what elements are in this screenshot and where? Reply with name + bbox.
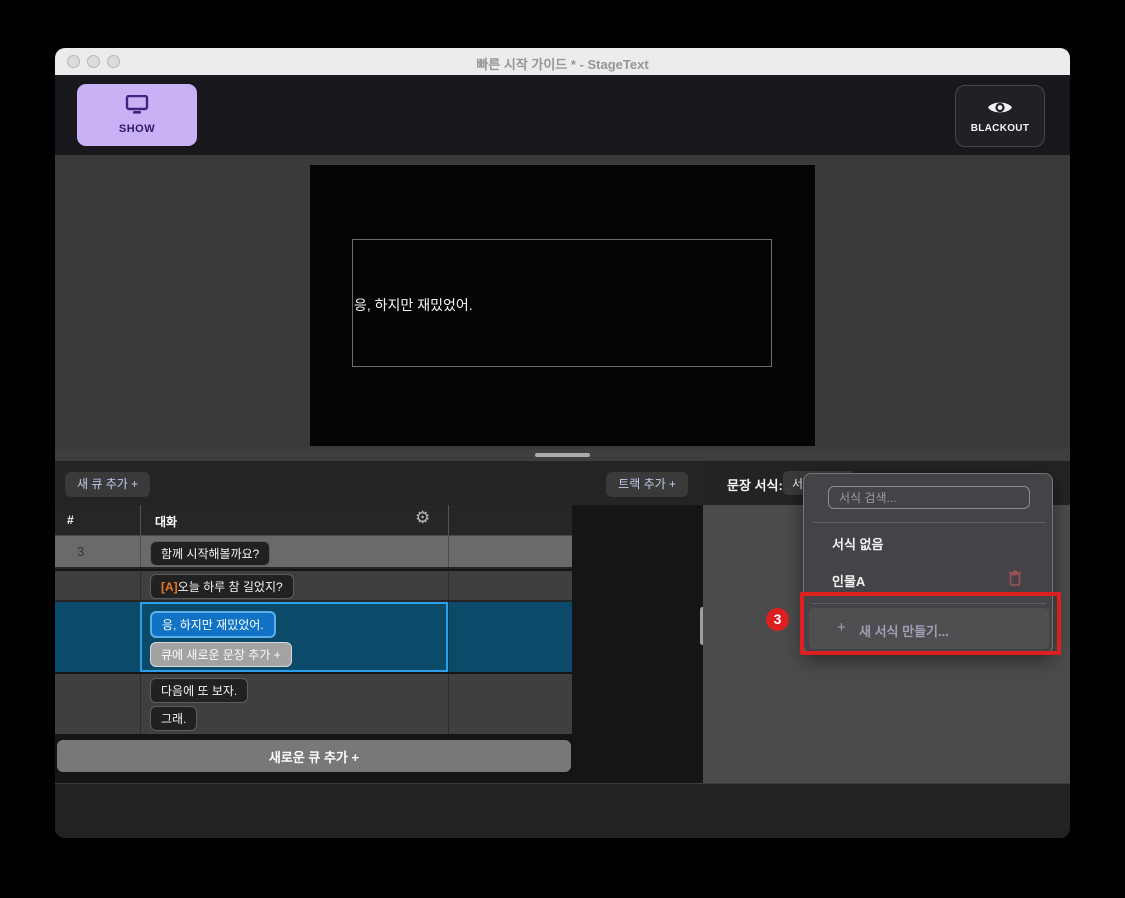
add-cue-button[interactable]: 새 큐 추가 +: [65, 472, 150, 497]
column-divider: [140, 536, 141, 567]
create-new-style-label: 새 서식 만들기...: [859, 621, 949, 640]
split-drag-handle[interactable]: [535, 453, 590, 457]
show-button[interactable]: SHOW: [77, 84, 197, 146]
cue-table-header: # 대화 ⚙: [55, 505, 572, 536]
speaker-tag: [A]: [161, 580, 178, 594]
column-divider: [448, 571, 449, 600]
sentence-chip[interactable]: 함께 시작해볼까요?: [150, 541, 270, 566]
show-button-label: SHOW: [119, 123, 155, 135]
column-divider: [448, 674, 449, 734]
style-item-none[interactable]: 서식 없음: [804, 529, 1052, 556]
monitor-icon: [125, 95, 149, 118]
sentence-text: 오늘 하루 참 길었지?: [178, 580, 283, 594]
style-item-none-label: 서식 없음: [832, 534, 883, 553]
top-toolbar: SHOW BLACKOUT: [55, 75, 1070, 155]
stage-preview: 응, 하지만 재밌었어.: [310, 165, 815, 446]
add-track-button[interactable]: 트랙 추가 +: [606, 472, 688, 497]
selected-sentence-chip[interactable]: 응, 하지만 재밌었어.: [150, 611, 276, 638]
sentence-style-label: 문장 서식:: [727, 475, 783, 494]
gear-icon[interactable]: ⚙: [415, 508, 430, 528]
preview-section: 응, 하지만 재밌었어.: [55, 155, 1070, 449]
tutorial-step-badge: 3: [766, 608, 789, 631]
blackout-button-label: BLACKOUT: [971, 123, 1030, 134]
style-picker-popup: 서식 없음 인물A + 새 서식 만들기...: [803, 473, 1053, 654]
cue-row-selected[interactable]: 응, 하지만 재밌었어. 큐에 새로운 문장 추가 +: [55, 602, 572, 672]
eye-icon: [987, 99, 1013, 119]
window-title: 빠른 시작 가이드 * - StageText: [55, 54, 1070, 73]
new-cue-button[interactable]: 새로운 큐 추가 +: [57, 740, 571, 772]
cue-number: 3: [77, 544, 84, 559]
style-panel: 문장 서식: 서 서식 없음 인물A +: [703, 461, 1070, 783]
stage-caption-text: 응, 하지만 재밌었어.: [354, 295, 473, 315]
titlebar: 빠른 시작 가이드 * - StageText: [55, 48, 1070, 75]
trash-icon[interactable]: [1008, 570, 1022, 586]
style-search-input[interactable]: [828, 486, 1030, 509]
selected-dialog-cell[interactable]: 응, 하지만 재밌었어. 큐에 새로운 문장 추가 +: [140, 602, 448, 672]
column-header-number: #: [67, 513, 74, 527]
popup-divider: [812, 522, 1046, 523]
cue-row-4[interactable]: [A]오늘 하루 참 길었지?: [55, 571, 572, 602]
app-window: 빠른 시작 가이드 * - StageText SHOW BLACKOUT: [55, 48, 1070, 838]
sentence-chip[interactable]: 그래.: [150, 706, 197, 731]
footer-strip: [55, 783, 1070, 838]
style-item-character-a[interactable]: 인물A: [804, 566, 1052, 593]
style-item-character-a-label: 인물A: [832, 571, 865, 590]
column-header-dialog: 대화: [155, 513, 177, 530]
column-divider: [140, 571, 141, 600]
create-new-style-item[interactable]: + 새 서식 만들기...: [809, 608, 1049, 649]
plus-icon: +: [837, 619, 846, 636]
cue-row-5[interactable]: 다음에 또 보자. 그래.: [55, 674, 572, 734]
panel-split-strip: [55, 449, 1070, 461]
blackout-button[interactable]: BLACKOUT: [955, 85, 1045, 147]
add-sentence-to-cue-button[interactable]: 큐에 새로운 문장 추가 +: [150, 642, 292, 667]
sentence-chip[interactable]: 다음에 또 보자.: [150, 678, 248, 703]
cue-row-3[interactable]: 3 함께 시작해볼까요?: [55, 536, 572, 569]
column-divider: [140, 674, 141, 734]
popup-divider: [812, 603, 1046, 604]
column-divider: [140, 505, 141, 535]
cue-toolbar: 새 큐 추가 + 트랙 추가 +: [55, 461, 703, 505]
column-divider: [448, 505, 449, 535]
column-divider: [448, 602, 449, 672]
column-divider: [448, 536, 449, 567]
sentence-chip[interactable]: [A]오늘 하루 참 길었지?: [150, 574, 294, 599]
cue-panel: 새 큐 추가 + 트랙 추가 + # 대화 ⚙ 3 함께 시작해볼까요?: [55, 461, 703, 783]
